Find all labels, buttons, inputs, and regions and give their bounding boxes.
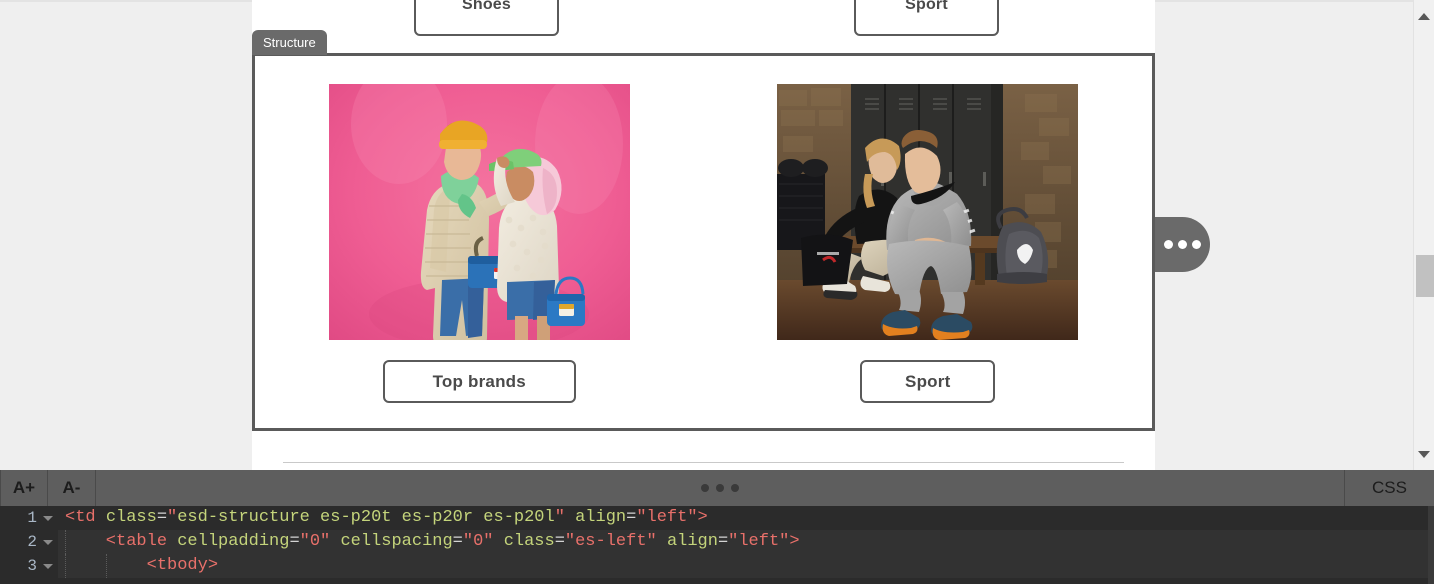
line-number-gutter: 3: [0, 554, 58, 578]
code-line-text: <table cellpadding="0" cellspacing="0" c…: [58, 530, 1434, 554]
email-button-sport[interactable]: Sport: [860, 360, 996, 403]
line-number-gutter: 1: [0, 506, 58, 530]
toolbar-spacer: [96, 470, 1344, 506]
editor-right-edge: [1428, 506, 1434, 584]
panel-drag-handle[interactable]: [701, 484, 739, 492]
css-tab-button[interactable]: CSS: [1344, 470, 1434, 506]
code-fold-icon[interactable]: [43, 539, 53, 545]
fashion-couple-pink-image: [328, 84, 630, 340]
code-token-str: "0": [462, 532, 504, 551]
code-token-tag: <tbody>: [65, 556, 219, 575]
code-token-attr: class: [105, 508, 157, 527]
code-token-plain: =: [554, 532, 565, 551]
code-line[interactable]: 2 <table cellpadding="0" cellspacing="0"…: [0, 530, 1434, 554]
code-token-plain: =: [452, 532, 463, 551]
canvas-scrollbar[interactable]: [1413, 0, 1434, 470]
indent-guide: [106, 554, 107, 578]
code-token-str: ": [167, 508, 178, 527]
indent-guide: [65, 554, 66, 578]
code-token-tag: >: [697, 508, 708, 527]
structure-tab-label[interactable]: Structure: [252, 30, 327, 55]
code-token-tag: >: [789, 532, 800, 551]
code-token-str: "es-left": [564, 532, 667, 551]
content-divider: [283, 462, 1124, 463]
code-token-plain: =: [717, 532, 729, 551]
code-token-str: ": [554, 508, 576, 527]
bottom-button-cell-sport: Sport: [860, 360, 996, 403]
email-button-top-brands[interactable]: Top brands: [382, 360, 576, 403]
code-fold-icon[interactable]: [43, 515, 53, 521]
chevron-up-icon: [1418, 12, 1430, 20]
scroll-thumb[interactable]: [1416, 255, 1434, 297]
html-code-editor[interactable]: 1 <td class="esd-structure es-p20t es-p20…: [0, 506, 1434, 584]
font-increase-button[interactable]: A+: [0, 470, 48, 506]
code-token-plain: =: [289, 532, 300, 551]
structure-column-left: Top brands: [255, 56, 704, 428]
top-button-cell-shoes: Shoes: [414, 0, 559, 36]
ellipsis-dot-1: [1164, 240, 1173, 249]
nike-sportswear-image: [777, 84, 1079, 340]
bottom-button-cell-top-brands: Top brands: [382, 360, 576, 403]
code-token-tag: <td: [65, 508, 106, 527]
drag-dot-1: [701, 484, 709, 492]
ellipsis-dot-3: [1192, 240, 1201, 249]
email-button-shoes[interactable]: Shoes: [414, 0, 559, 36]
code-token-attr: cellpadding: [177, 532, 290, 551]
code-token-attr: esd-structure es-p20t es-p20r es-p20l: [177, 508, 555, 527]
code-token-str: "left": [728, 532, 790, 551]
scroll-up-arrow[interactable]: [1414, 6, 1434, 26]
code-token-attr: align: [575, 508, 627, 527]
editor-bottom-fill: [0, 578, 1434, 584]
block-options-handle[interactable]: [1155, 217, 1210, 272]
code-fold-icon[interactable]: [43, 563, 53, 569]
code-token-tag: <table: [65, 532, 178, 551]
code-line-text: <td class="esd-structure es-p20t es-p20r…: [58, 506, 1434, 530]
line-number: 1: [27, 509, 37, 527]
code-line[interactable]: 1 <td class="esd-structure es-p20t es-p20…: [0, 506, 1434, 530]
email-builder-app: Shoes Sport Structure Top brands Sport A…: [0, 0, 1434, 584]
chevron-down-icon: [1418, 450, 1430, 458]
fashion-couple-pink-photo[interactable]: [328, 84, 630, 340]
structure-block[interactable]: Top brands Sport: [252, 53, 1155, 431]
drag-dot-3: [731, 484, 739, 492]
code-panel-toolbar: A+ A- CSS: [0, 470, 1434, 506]
code-token-attr: align: [666, 532, 718, 551]
email-body-column: Shoes Sport Structure Top brands Sport: [252, 0, 1155, 470]
code-token-str: "0": [299, 532, 341, 551]
code-token-attr: cellspacing: [340, 532, 453, 551]
code-token-plain: =: [626, 508, 637, 527]
code-token-attr: class: [503, 532, 555, 551]
email-button-sport-top[interactable]: Sport: [854, 0, 999, 36]
ellipsis-dot-2: [1178, 240, 1187, 249]
code-line-text: <tbody>: [58, 554, 1434, 578]
top-button-cell-sport: Sport: [854, 0, 999, 36]
line-number: 2: [27, 533, 37, 551]
scroll-down-arrow[interactable]: [1414, 444, 1434, 464]
font-decrease-button[interactable]: A-: [48, 470, 96, 506]
code-lines-container: 1 <td class="esd-structure es-p20t es-p20…: [0, 506, 1434, 578]
code-line[interactable]: 3 <tbody>: [0, 554, 1434, 578]
indent-guide: [65, 530, 66, 554]
email-canvas-area: Shoes Sport Structure Top brands Sport: [0, 0, 1413, 470]
line-number: 3: [27, 557, 37, 575]
code-token-plain: =: [156, 508, 168, 527]
nike-sportswear-lockerroom-photo[interactable]: [777, 84, 1079, 340]
line-number-gutter: 2: [0, 530, 58, 554]
structure-column-right: Sport: [704, 56, 1153, 428]
drag-dot-2: [716, 484, 724, 492]
code-token-str: "left": [636, 508, 698, 527]
